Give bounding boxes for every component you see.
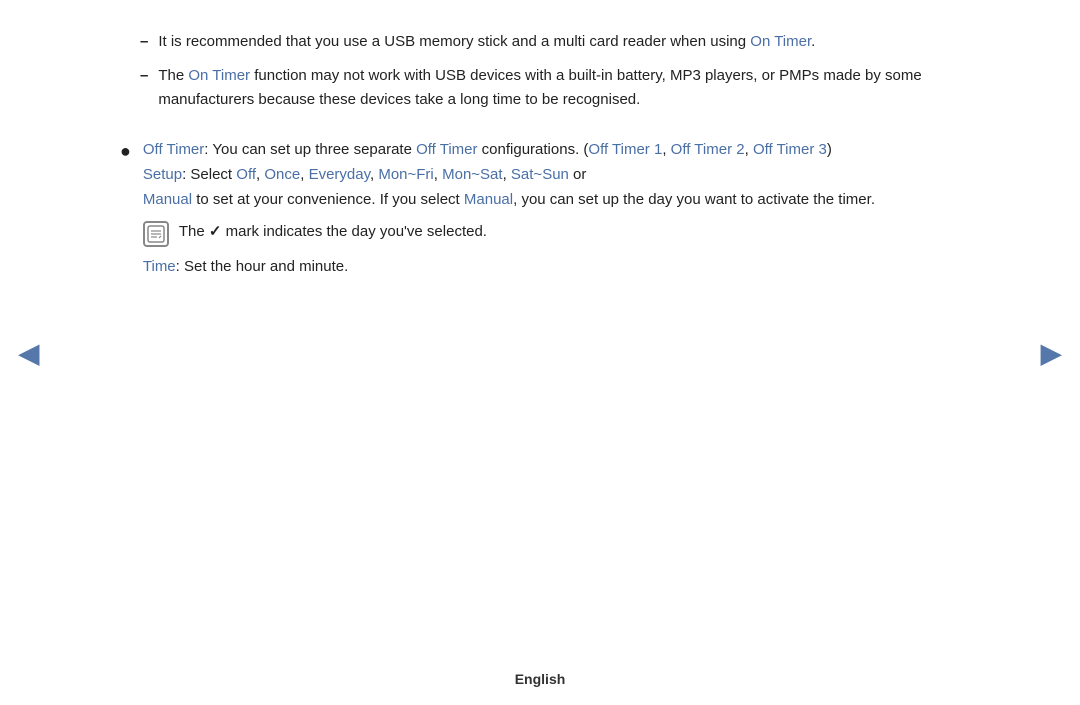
option-sat-sun: Sat~Sun — [511, 166, 569, 183]
time-label: Time — [143, 258, 176, 275]
time-line: Time: Set the hour and minute. — [143, 255, 960, 280]
page-content: – It is recommended that you use a USB m… — [0, 0, 1080, 705]
dash-symbol-2: – — [140, 64, 148, 112]
dash-list: – It is recommended that you use a USB m… — [140, 30, 960, 122]
note-text: The ✓ mark indicates the day you've sele… — [179, 220, 487, 245]
dash-text-2: The On Timer function may not work with … — [158, 64, 960, 112]
bullet-list: ● Off Timer: You can set up three separa… — [120, 138, 960, 288]
option-manual-2: Manual — [464, 191, 513, 208]
off-timer-2: Off Timer 2 — [671, 141, 745, 158]
bullet-item-off-timer: ● Off Timer: You can set up three separa… — [120, 138, 960, 280]
on-timer-link-2: On Timer — [188, 67, 250, 84]
off-timer-1: Off Timer 1 — [588, 141, 662, 158]
note-icon — [143, 221, 169, 247]
manual-line: Manual to set at your convenience. If yo… — [143, 188, 960, 213]
option-off: Off — [236, 166, 256, 183]
footer: English — [0, 671, 1080, 687]
on-timer-link-1: On Timer — [750, 33, 811, 50]
option-once: Once — [264, 166, 300, 183]
setup-label: Setup — [143, 166, 182, 183]
option-mon-sat: Mon~Sat — [442, 166, 502, 183]
checkmark-symbol: ✓ — [209, 223, 222, 240]
note-svg — [147, 225, 165, 243]
off-timer-line1: Off Timer: You can set up three separate… — [143, 138, 960, 163]
off-timer-3: Off Timer 3 — [753, 141, 827, 158]
option-everyday: Everyday — [309, 166, 370, 183]
bullet-content: Off Timer: You can set up three separate… — [143, 138, 960, 280]
setup-line: Setup: Select Off, Once, Everyday, Mon~F… — [143, 163, 960, 188]
dash-symbol-1: – — [140, 30, 148, 54]
dash-item-2: – The On Timer function may not work wit… — [140, 64, 960, 112]
note-block: The ✓ mark indicates the day you've sele… — [143, 220, 960, 247]
off-timer-label: Off Timer — [143, 141, 204, 158]
bullet-dot: ● — [120, 138, 131, 280]
off-timer-ref: Off Timer — [416, 141, 477, 158]
dash-item-1: – It is recommended that you use a USB m… — [140, 30, 960, 54]
option-manual-1: Manual — [143, 191, 192, 208]
footer-language: English — [515, 671, 566, 687]
option-mon-fri: Mon~Fri — [378, 166, 433, 183]
dash-text-1: It is recommended that you use a USB mem… — [158, 30, 815, 54]
